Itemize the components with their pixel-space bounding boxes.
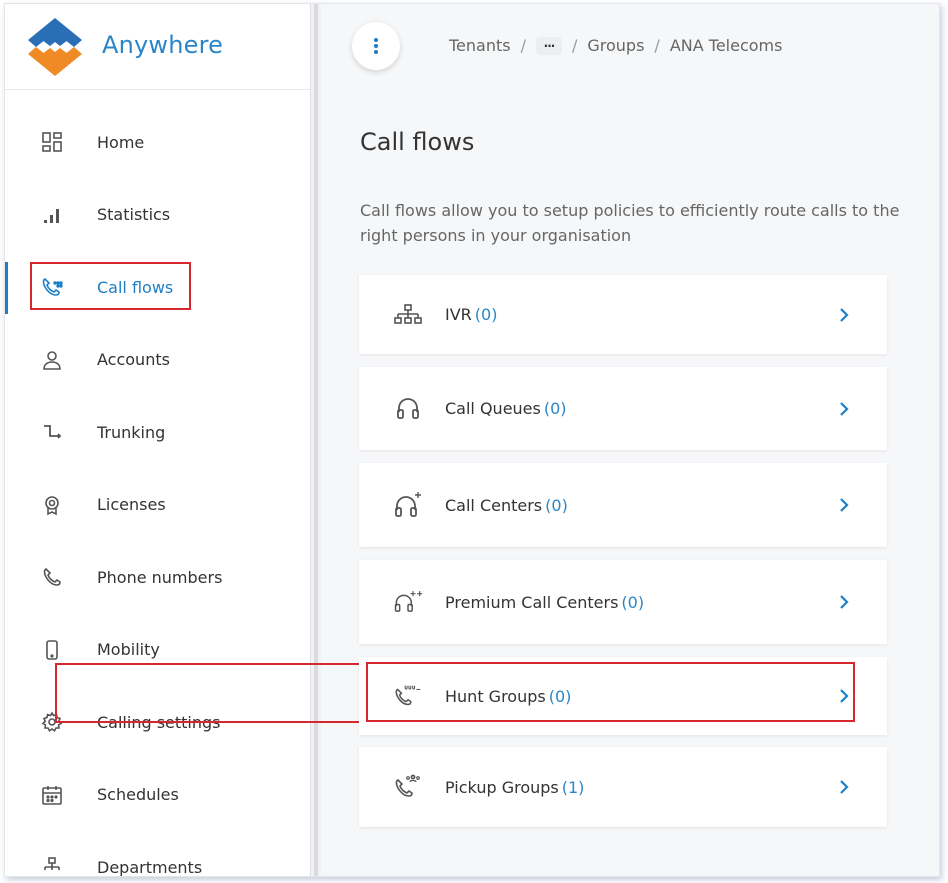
sidebar-item-accounts[interactable]: Accounts	[5, 324, 310, 397]
chevron-right-icon	[836, 778, 852, 796]
card-label: Premium Call Centers (0)	[445, 593, 644, 612]
breadcrumb-ellipsis[interactable]: ···	[535, 36, 562, 55]
breadcrumb-separator: /	[520, 36, 526, 55]
card-label: Call Centers (0)	[445, 496, 568, 515]
card-label: Pickup Groups (1)	[445, 778, 584, 797]
sidebar-item-label: Licenses	[97, 495, 166, 515]
app-name: Anywhere	[102, 31, 224, 59]
breadcrumb-separator: /	[571, 36, 578, 55]
breadcrumb-separator: /	[654, 36, 660, 55]
sidebar-item-call-flows[interactable]: Call flows	[5, 251, 310, 324]
card-call-centers[interactable]: Call Centers (0)	[359, 463, 887, 547]
card-count: (0)	[543, 399, 567, 418]
sidebar-item-phone-numbers[interactable]: Phone numbers	[5, 541, 310, 614]
card-title: Pickup Groups	[445, 777, 559, 797]
card-count: (0)	[621, 592, 645, 612]
vertical-dots-icon	[374, 38, 378, 54]
person-icon	[40, 348, 64, 372]
sidebar-item-label: Accounts	[97, 350, 170, 370]
chevron-right-icon	[836, 306, 852, 324]
highlight-box-hunt-groups-outline	[366, 662, 855, 722]
card-count: (0)	[474, 305, 498, 324]
card-title: IVR	[445, 305, 472, 324]
ivr-tree-icon	[393, 300, 423, 330]
sidebar: Anywhere Home Statistics Call flows Acco…	[5, 4, 310, 876]
page-description: Call flows allow you to setup policies t…	[360, 201, 900, 245]
sidebar-item-label: Trunking	[97, 422, 166, 442]
sidebar-item-home[interactable]: Home	[5, 106, 310, 179]
org-chart-icon	[40, 855, 64, 876]
trunk-icon	[40, 420, 64, 444]
chevron-right-icon	[836, 400, 852, 418]
sidebar-item-label: Call flows	[97, 277, 174, 297]
breadcrumb-groups[interactable]: Groups	[587, 36, 644, 55]
sidebar-item-label: Schedules	[97, 785, 179, 805]
pickup-group-icon	[393, 772, 423, 802]
card-label: Call Queues (0)	[445, 399, 567, 418]
sidebar-item-label: Statistics	[97, 205, 171, 225]
sidebar-item-schedules[interactable]: Schedules	[5, 759, 310, 832]
license-badge-icon	[40, 493, 64, 517]
calendar-icon	[40, 783, 64, 807]
dashboard-icon	[40, 130, 64, 154]
sidebar-item-label: Mobility	[97, 640, 160, 660]
mobile-icon	[40, 638, 64, 662]
card-ivr[interactable]: IVR (0)	[359, 275, 887, 354]
breadcrumb: Tenants / ··· / Groups / ANA Telecoms	[449, 36, 782, 55]
sidebar-item-licenses[interactable]: Licenses	[5, 469, 310, 542]
breadcrumb-tenants[interactable]: Tenants	[449, 36, 511, 55]
page-title: Call flows	[360, 128, 475, 156]
card-title: Call Queues	[445, 399, 541, 418]
headset-plus-plus-icon	[393, 587, 423, 617]
card-pickup-groups[interactable]: Pickup Groups (1)	[359, 747, 887, 827]
phone-icon	[40, 565, 64, 589]
sidebar-item-statistics[interactable]: Statistics	[5, 179, 310, 252]
anywhere-logo-icon	[28, 18, 82, 76]
bar-chart-icon	[40, 203, 64, 227]
chevron-right-icon	[836, 593, 852, 611]
sidebar-item-label: Phone numbers	[97, 567, 223, 587]
sidebar-item-departments[interactable]: Departments	[5, 831, 310, 877]
sidebar-item-label: Departments	[97, 857, 203, 877]
sidebar-nav: Home Statistics Call flows Accounts Trun…	[5, 106, 310, 877]
call-flow-icon	[40, 275, 64, 299]
headset-icon	[393, 394, 423, 424]
headset-plus-icon	[393, 490, 423, 520]
breadcrumb-current: ANA Telecoms	[669, 36, 783, 55]
sidebar-scrollbar[interactable]	[310, 4, 321, 876]
card-call-queues[interactable]: Call Queues (0)	[359, 367, 887, 450]
logo[interactable]: Anywhere	[5, 4, 310, 90]
card-title: Premium Call Centers	[445, 592, 619, 612]
more-menu-button[interactable]	[352, 22, 400, 70]
card-title: Call Centers	[445, 495, 543, 515]
card-count: (1)	[561, 777, 585, 797]
chevron-right-icon	[836, 496, 852, 514]
card-premium-call-centers[interactable]: Premium Call Centers (0)	[359, 560, 887, 644]
sidebar-item-label: Home	[97, 132, 145, 152]
card-label: IVR (0)	[445, 305, 497, 324]
card-count: (0)	[545, 495, 568, 515]
sidebar-item-trunking[interactable]: Trunking	[5, 396, 310, 469]
